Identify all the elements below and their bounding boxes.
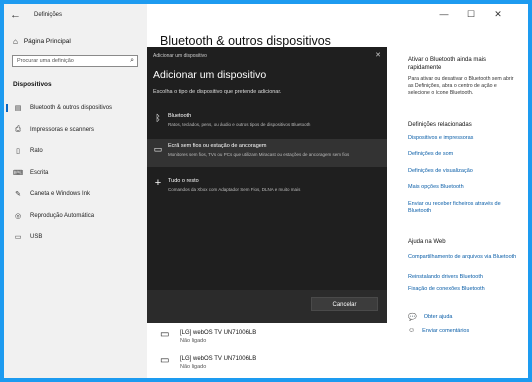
tv-icon: ▭: [160, 355, 170, 366]
web-help-title: Ajuda na Web: [408, 239, 446, 245]
home-icon: ⌂: [13, 37, 18, 46]
related-settings-title: Definições relacionadas: [408, 122, 472, 128]
get-help-label: Obter ajuda: [423, 314, 453, 320]
dialog-footer: Cancelar: [147, 290, 387, 323]
window-title: Definições: [34, 12, 63, 18]
usb-icon: ▭: [14, 234, 22, 241]
device-item[interactable]: ▭ [LG] webOS TV UN71006LB Não ligado: [160, 329, 256, 345]
sidebar-item-label: USB: [30, 234, 43, 240]
sidebar-item-label: Escrita: [30, 170, 49, 176]
device-status: Não ligado: [180, 364, 207, 370]
send-feedback-label: Enviar comentários: [422, 327, 470, 334]
device-status: Não ligado: [180, 338, 207, 344]
plus-icon: +: [154, 177, 162, 189]
help-icon: 💬: [408, 314, 417, 321]
cancel-button[interactable]: Cancelar: [311, 297, 378, 311]
settings-window: ← Definições ⌂ Página Principal Procurar…: [4, 4, 528, 378]
link-sound-settings[interactable]: Definições de som: [408, 151, 520, 158]
sidebar-item-typing[interactable]: ⌨ Escrita: [4, 166, 147, 180]
device-item[interactable]: ▭ [LG] webOS TV UN71006LB Não ligado: [160, 355, 256, 371]
feedback-icon: ☺: [408, 327, 416, 334]
option-title: Bluetooth: [168, 113, 192, 119]
home-label: Página Principal: [23, 38, 71, 45]
close-icon[interactable]: ✕: [490, 9, 506, 20]
dialog-title: Adicionar um dispositivo: [153, 69, 267, 81]
link-devices-printers[interactable]: Dispositivos e impressoras: [408, 135, 520, 142]
monitor-icon: ▭: [153, 144, 163, 154]
back-arrow-icon[interactable]: ←: [10, 9, 21, 21]
search-input[interactable]: Procurar uma definição ⌕: [12, 55, 138, 67]
keyboard-icon: ⌨: [13, 170, 24, 177]
option-title: Tudo o resto: [168, 178, 199, 184]
mouse-icon: ▯: [16, 148, 20, 155]
bluetooth-icon: ▤: [14, 105, 22, 112]
pen-icon: ✎: [15, 191, 21, 198]
quick-bluetooth-text: Para ativar ou desativar o Bluetooth sem…: [408, 76, 514, 96]
active-indicator: [6, 104, 8, 112]
sidebar-item-bluetooth[interactable]: ▤ Bluetooth & outros dispositivos: [4, 101, 147, 115]
link-file-sharing[interactable]: Compartilhamento de arquivos via Bluetoo…: [408, 254, 520, 261]
sidebar: ← Definições ⌂ Página Principal Procurar…: [4, 4, 147, 378]
link-reinstall-drivers[interactable]: Reinstalando drivers Bluetooth: [408, 274, 520, 281]
maximize-icon[interactable]: ☐: [463, 9, 479, 20]
option-wireless-display[interactable]: ▭ Ecrã sem fios ou estação de ancoragem …: [147, 139, 387, 167]
bluetooth-icon: ᛒ: [155, 113, 161, 123]
minimize-icon[interactable]: —: [436, 9, 452, 19]
send-feedback-link[interactable]: ☺ Enviar comentários: [408, 327, 469, 334]
sidebar-item-mouse[interactable]: ▯ Rato: [4, 144, 147, 158]
sidebar-item-autoplay[interactable]: ◎ Reprodução Automática: [4, 209, 147, 223]
search-placeholder: Procurar uma definição: [17, 58, 74, 64]
quick-bluetooth-title: Ativar o Bluetooth ainda mais rapidament…: [408, 57, 487, 71]
tv-icon: ▭: [160, 329, 170, 340]
search-icon[interactable]: ⌕: [130, 57, 134, 65]
printer-icon: ⎙: [15, 126, 21, 133]
device-name: [LG] webOS TV UN71006LB: [180, 330, 257, 336]
dialog-header: Adicionar um dispositivo: [153, 53, 207, 59]
sidebar-item-label: Rato: [30, 148, 43, 154]
sidebar-home[interactable]: ⌂ Página Principal: [13, 37, 71, 46]
device-name: [LG] webOS TV UN71006LB: [180, 356, 257, 362]
autoplay-icon: ◎: [14, 213, 22, 220]
link-fix-connections[interactable]: Fixação de conexões Bluetooth: [408, 286, 520, 293]
sidebar-item-label: Reprodução Automática: [30, 213, 95, 219]
link-send-receive-files[interactable]: Enviar ou receber ficheiros através de B…: [408, 201, 520, 215]
link-more-bluetooth[interactable]: Mais opções Bluetooth: [408, 184, 520, 191]
option-title: Ecrã sem fios ou estação de ancoragem: [168, 143, 267, 149]
option-desc: Comandos da Xbox com Adaptador Sem Fios,…: [168, 187, 301, 192]
option-desc: Ratos, teclados, pens, ou áudio e outros…: [168, 122, 311, 127]
sidebar-item-label: Bluetooth & outros dispositivos: [30, 105, 113, 111]
get-help-link[interactable]: 💬 Obter ajuda: [408, 313, 452, 321]
page-title: Bluetooth & outros dispositivos: [160, 34, 331, 48]
sidebar-item-label: Impressoras e scanners: [30, 127, 95, 133]
sidebar-item-printers[interactable]: ⎙ Impressoras e scanners: [4, 123, 147, 137]
sidebar-item-label: Caneta e Windows Ink: [30, 191, 91, 197]
link-display-settings[interactable]: Definições de visualização: [408, 168, 520, 175]
option-everything-else[interactable]: + Tudo o resto Comandos da Xbox com Adap…: [147, 174, 387, 202]
dialog-subtitle: Escolha o tipo de dispositivo que preten…: [153, 89, 282, 95]
dialog-close-icon[interactable]: ✕: [375, 51, 381, 59]
sidebar-item-usb[interactable]: ▭ USB: [4, 230, 147, 244]
option-desc: Monitores sem fios, TVs ou PCs que utili…: [168, 152, 350, 157]
sidebar-item-pen[interactable]: ✎ Caneta e Windows Ink: [4, 187, 147, 201]
sidebar-section-title: Dispositivos: [13, 81, 52, 88]
option-bluetooth[interactable]: ᛒ Bluetooth Ratos, teclados, pens, ou áu…: [147, 109, 387, 137]
add-device-dialog: Adicionar um dispositivo ✕ Adicionar um …: [147, 47, 387, 323]
